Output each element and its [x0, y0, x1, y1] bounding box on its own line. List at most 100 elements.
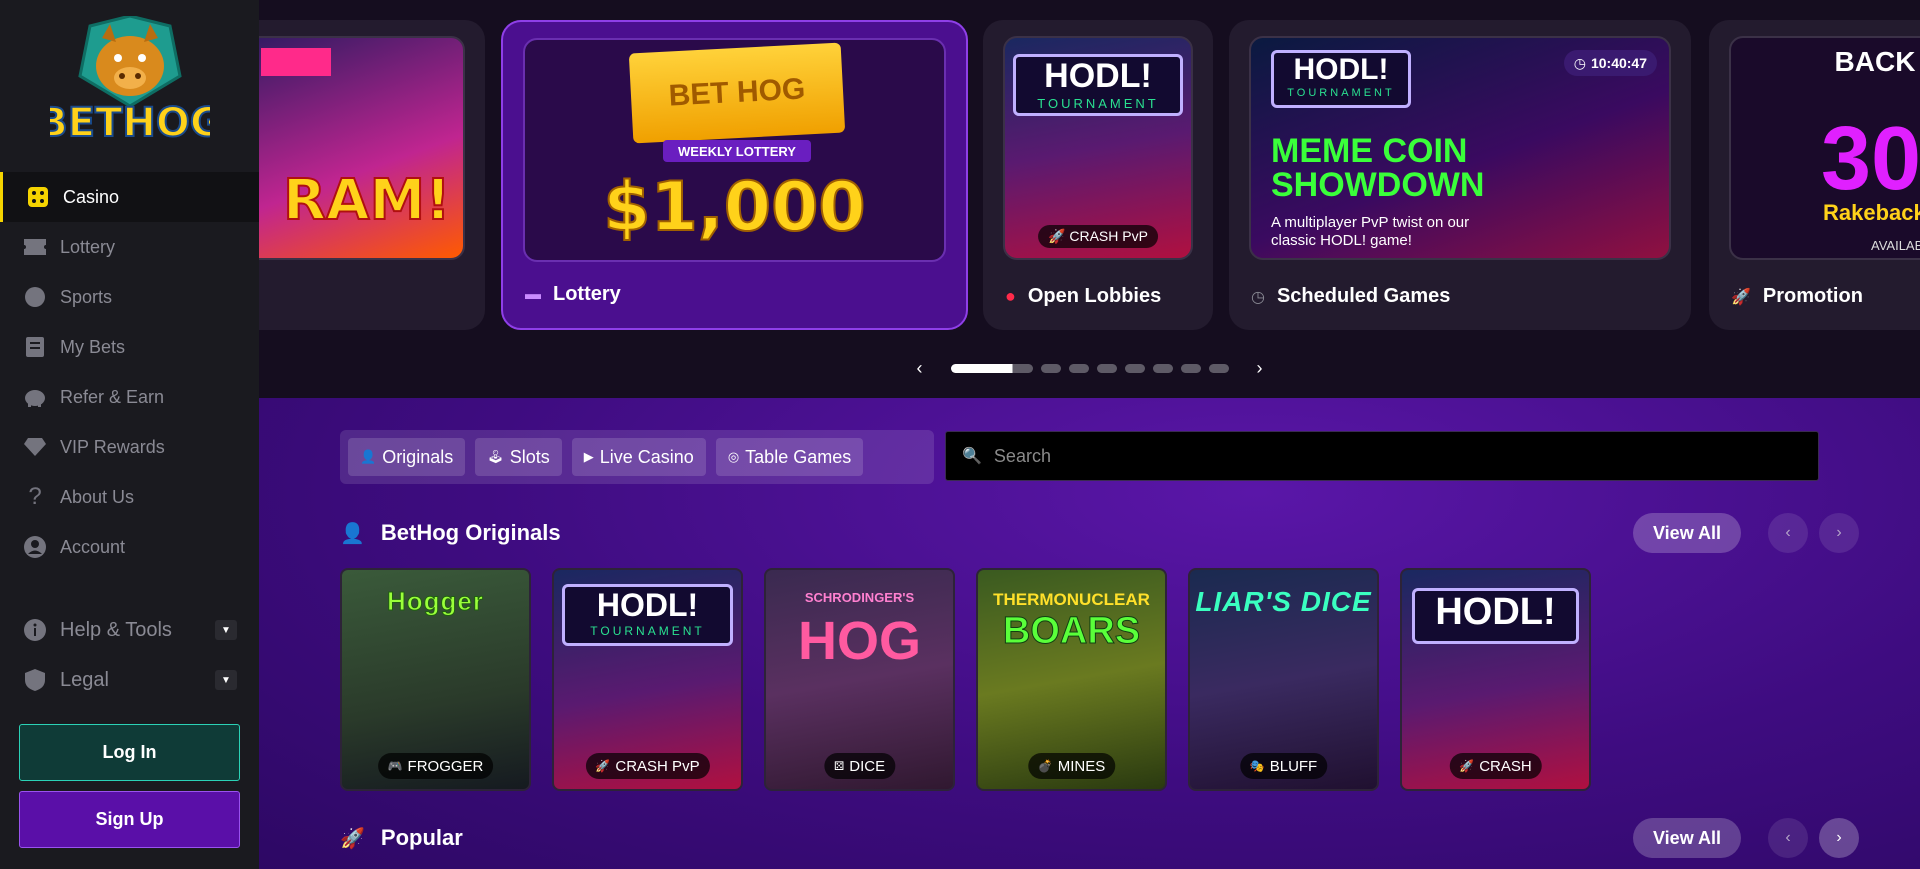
chevron-left-icon[interactable]: ‹ — [917, 358, 923, 379]
filter-live-casino[interactable]: ▶ Live Casino — [571, 438, 706, 476]
hodl-title: HODL! — [1293, 53, 1389, 86]
game-tag: ⚄ DICE — [823, 753, 896, 779]
shield-icon — [22, 667, 48, 693]
clock-icon: ◷ — [1573, 54, 1586, 71]
sidebar-item-label: Sports — [60, 286, 113, 307]
game-card-schrodingers-hog[interactable]: SCHRODINGER'S HOG ⚄ DICE — [764, 568, 955, 791]
headline-line-2: SHOWDOWN — [1271, 166, 1485, 204]
sidebar-item-sports[interactable]: Sports — [0, 272, 259, 322]
sidebar-item-label: Help & Tools — [60, 618, 172, 641]
sidebar-item-vip-rewards[interactable]: VIP Rewards — [0, 422, 259, 472]
carousel-slide-lottery[interactable]: BET HOG WEEKLY LOTTERY $1,000 ▬ Lottery — [501, 20, 968, 330]
game-card-frogger[interactable]: Hogger 🎮 FROGGER — [340, 568, 531, 791]
ball-icon — [22, 284, 48, 310]
filter-slots[interactable]: 🕹 Slots — [475, 438, 562, 476]
game-subtitle: SCHRODINGER'S — [804, 590, 915, 605]
chevron-down-icon[interactable]: ▼ — [215, 670, 237, 690]
carousel-dot[interactable] — [1208, 364, 1229, 373]
sidebar-item-label: About Us — [60, 486, 135, 507]
sidebar-item-my-bets[interactable]: My Bets — [0, 322, 259, 372]
game-title: Hogger — [387, 586, 484, 617]
game-tag: 🎭 BLUFF — [1239, 753, 1328, 779]
sidebar-item-about-us[interactable]: ? About Us — [0, 472, 259, 522]
games-section: 👤 Originals 🕹 Slots ▶ Live Casino ◎ Table Ga… — [259, 398, 1920, 869]
tournament-label: TOURNAMENT — [590, 624, 705, 638]
sidebar-item-help-tools[interactable]: Help & Tools ▼ — [0, 605, 259, 655]
signup-button[interactable]: Sign Up — [19, 791, 240, 848]
hodl-banner: HODL! TOURNAMENT — [562, 584, 733, 646]
promo-amount: 30 — [1821, 109, 1920, 209]
carousel-dot[interactable] — [1124, 364, 1145, 373]
sidebar-item-legal[interactable]: Legal ▼ — [0, 655, 259, 705]
rocket-icon: 🚀 — [1731, 288, 1751, 306]
login-button[interactable]: Log In — [19, 724, 240, 781]
filter-originals[interactable]: 👤 Originals — [348, 438, 466, 476]
sidebar-item-lottery[interactable]: Lottery — [0, 222, 259, 272]
filter-label: Table Games — [745, 446, 852, 467]
chevron-left-icon[interactable]: ‹ — [1768, 818, 1808, 858]
user-icon — [22, 534, 48, 560]
game-card-liars-dice[interactable]: LIAR'S DICE 🎭 BLUFF — [1188, 568, 1379, 791]
game-card-hodl-tournament[interactable]: HODL! TOURNAMENT 🚀 CRASH PvP — [552, 568, 743, 791]
game-card-hodl[interactable]: HODL! 🚀 CRASH — [1400, 568, 1591, 791]
main-content: RAM! BET HOG WEEKLY LOTTERY $1,000 ▬ Lot… — [259, 0, 1920, 869]
sidebar-item-label: VIP Rewards — [60, 436, 165, 457]
carousel-slide[interactable]: RAM! — [259, 20, 485, 330]
svg-text:BETHOG: BETHOG — [50, 100, 210, 146]
carousel-dot[interactable] — [950, 364, 1033, 373]
carousel-dot[interactable] — [1040, 364, 1061, 373]
bethog-logo[interactable]: BETHOG — [36, 14, 224, 156]
chip-icon: ◎ — [727, 449, 740, 464]
slide-image: RAM! — [259, 36, 465, 260]
game-tag-text: FROGGER — [407, 757, 484, 775]
game-tag-text: DICE — [849, 757, 886, 775]
carousel-dot[interactable] — [1180, 364, 1201, 373]
slide-caption-text: Lottery — [553, 283, 621, 305]
slide-caption: ◷ Scheduled Games — [1251, 285, 1450, 308]
chevron-right-icon[interactable]: › — [1257, 358, 1263, 379]
chevron-left-icon[interactable]: ‹ — [1768, 513, 1808, 553]
sidebar-item-label: Legal — [60, 668, 109, 691]
carousel-slide-open-lobbies[interactable]: HODL! TOURNAMENT 🚀 CRASH PvP ● Open Lobb… — [983, 20, 1213, 330]
carousel-dot[interactable] — [1096, 364, 1117, 373]
sidebar-item-account[interactable]: Account — [0, 522, 259, 572]
originals-games-row: Hogger 🎮 FROGGER HODL! TOURNAMENT 🚀 CRASH … — [340, 568, 1591, 791]
game-card-thermonuclear-boars[interactable]: THERMONUCLEAR BOARS 💣 MINES — [976, 568, 1167, 791]
dice-icon — [25, 184, 51, 210]
slide-image: BACK BOO 30 Rakeback AVAILABLE — [1729, 36, 1920, 260]
carousel-dot[interactable] — [1152, 364, 1173, 373]
clock-icon: ◷ — [1251, 288, 1265, 306]
originals-heading: 👤 BetHog Originals — [340, 520, 561, 546]
sidebar-item-refer-earn[interactable]: Refer & Earn — [0, 372, 259, 422]
search-placeholder: Search — [993, 445, 1051, 466]
carousel-slide-promotion[interactable]: BACK BOO 30 Rakeback AVAILABLE 🚀 Promoti… — [1709, 20, 1920, 330]
game-tag: 🚀 CRASH — [1449, 753, 1542, 779]
carousel-slide-scheduled-games[interactable]: HODL! TOURNAMENT ◷ 10:40:47 MEME COIN SHO… — [1229, 20, 1691, 330]
weekly-lottery-label: WEEKLY LOTTERY — [663, 140, 811, 162]
rocket-icon: 🚀 — [595, 759, 611, 773]
game-tag-text: BLUFF — [1269, 757, 1318, 775]
promo-carousel: RAM! BET HOG WEEKLY LOTTERY $1,000 ▬ Lot… — [259, 0, 1920, 398]
rocket-icon: 🚀 — [1459, 759, 1475, 773]
tournament-label: TOURNAMENT — [1287, 87, 1395, 99]
search-input[interactable]: 🔍 Search — [945, 431, 1819, 481]
sidebar-item-casino[interactable]: Casino — [0, 172, 259, 222]
ticket-icon: ▬ — [525, 285, 541, 303]
carousel-dot[interactable] — [1068, 364, 1089, 373]
chevron-right-icon[interactable]: › — [1819, 513, 1859, 553]
promo-sub: Rakeback — [1823, 200, 1920, 225]
headline-line-1: MEME COIN — [1271, 132, 1468, 170]
chevron-down-icon[interactable]: ▼ — [215, 620, 237, 640]
filter-table-games[interactable]: ◎ Table Games — [715, 438, 864, 476]
slide-art-text: RAM! — [282, 167, 452, 234]
headline: MEME COIN SHOWDOWN — [1271, 134, 1484, 202]
person-icon: 👤 — [340, 522, 365, 545]
game-tag-text: CRASH — [1479, 757, 1532, 775]
game-title: HODL! — [1412, 588, 1579, 644]
bomb-icon: 💣 — [1037, 759, 1053, 773]
countdown-timer: ◷ 10:40:47 — [1563, 50, 1657, 76]
popular-view-all-button[interactable]: View All — [1633, 818, 1742, 858]
originals-view-all-button[interactable]: View All — [1633, 513, 1742, 553]
game-title: HOG — [797, 611, 921, 671]
chevron-right-icon[interactable]: › — [1819, 818, 1859, 858]
